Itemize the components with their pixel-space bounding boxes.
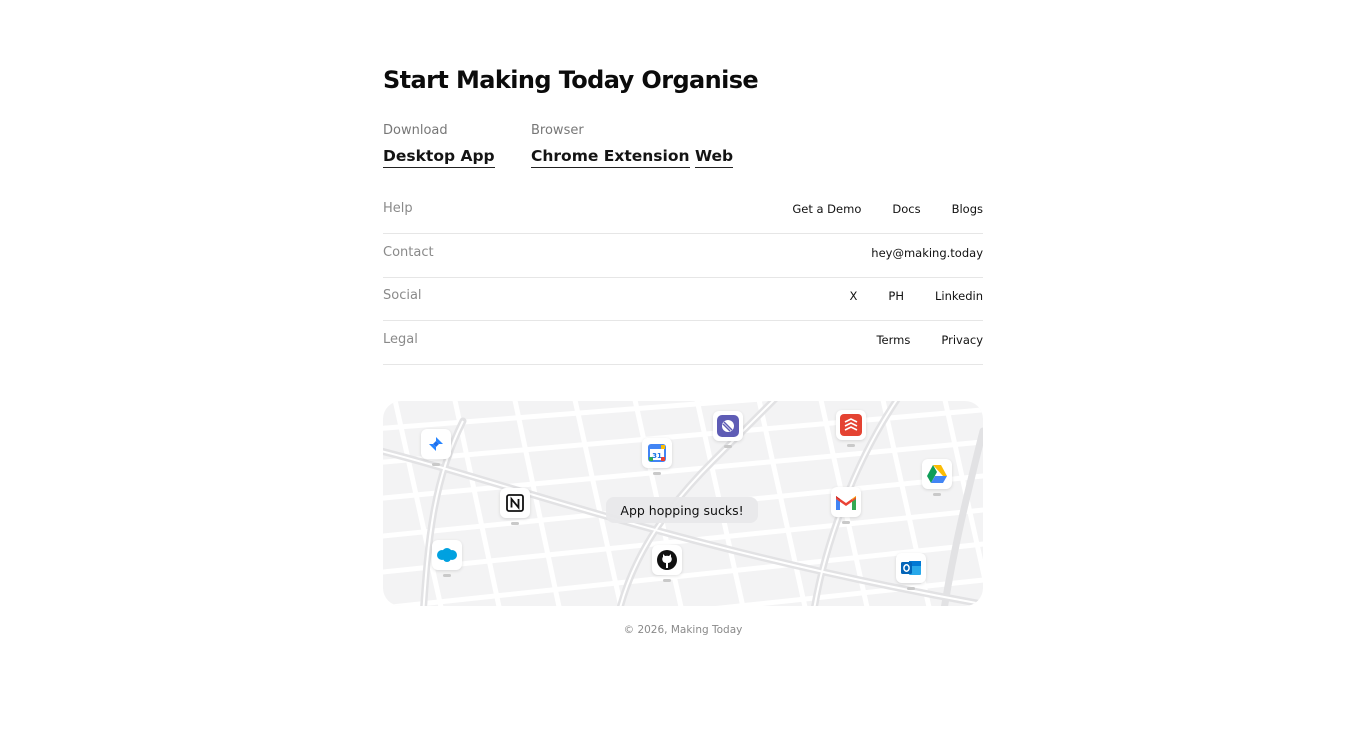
email-link[interactable]: hey@making.today: [871, 246, 983, 260]
legal-row: Legal Terms Privacy: [383, 320, 983, 365]
browser-label: Browser: [531, 123, 584, 138]
docs-link[interactable]: Docs: [892, 202, 920, 216]
chrome-extension-link[interactable]: Chrome Extension: [531, 147, 690, 168]
x-link[interactable]: X: [850, 289, 858, 303]
social-row: Social X PH Linkedin: [383, 276, 983, 321]
web-link[interactable]: Web: [695, 147, 734, 168]
help-row: Help Get a Demo Docs Blogs: [383, 189, 983, 234]
notion-icon[interactable]: [500, 488, 530, 525]
salesforce-icon[interactable]: [432, 540, 462, 577]
legal-label: Legal: [383, 332, 418, 347]
svg-text:31: 31: [652, 452, 662, 460]
gmail-icon[interactable]: [831, 487, 861, 524]
social-links: X PH Linkedin: [850, 289, 983, 303]
help-label: Help: [383, 201, 413, 216]
contact-label: Contact: [383, 245, 434, 260]
social-label: Social: [383, 288, 422, 303]
outlook-icon[interactable]: [896, 553, 926, 590]
help-links: Get a Demo Docs Blogs: [792, 202, 983, 216]
linear-icon[interactable]: [713, 411, 743, 448]
app-hopping-label: App hopping sucks!: [606, 497, 758, 523]
get-a-demo-link[interactable]: Get a Demo: [792, 202, 861, 216]
contact-links: hey@making.today: [871, 246, 983, 260]
download-label: Download: [383, 123, 448, 138]
todoist-icon[interactable]: [836, 410, 866, 447]
privacy-link[interactable]: Privacy: [941, 333, 983, 347]
google-drive-icon[interactable]: [922, 459, 952, 496]
terms-link[interactable]: Terms: [876, 333, 910, 347]
jira-icon[interactable]: [421, 429, 451, 466]
google-calendar-icon[interactable]: 31: [642, 438, 672, 475]
contact-row: Contact hey@making.today: [383, 233, 983, 278]
legal-links: Terms Privacy: [876, 333, 983, 347]
ph-link[interactable]: PH: [888, 289, 904, 303]
desktop-app-link[interactable]: Desktop App: [383, 147, 495, 168]
page-title: Start Making Today Organise: [383, 66, 759, 94]
blogs-link[interactable]: Blogs: [952, 202, 983, 216]
copyright-text: © 2026, Making Today: [623, 624, 743, 636]
github-icon[interactable]: [652, 545, 682, 582]
linkedin-link[interactable]: Linkedin: [935, 289, 983, 303]
app-map: 31 App hopping sucks!: [383, 401, 983, 606]
